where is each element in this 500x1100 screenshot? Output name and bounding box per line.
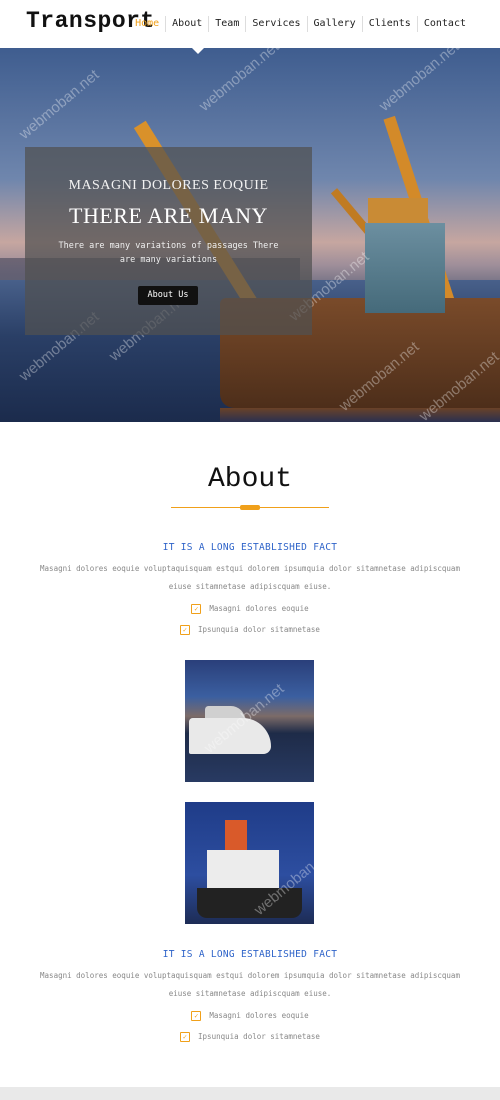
nav-team[interactable]: Team bbox=[208, 16, 245, 32]
nav-gallery[interactable]: Gallery bbox=[306, 16, 362, 32]
nav-services[interactable]: Services bbox=[245, 16, 306, 32]
cargo-ship-photo: webmoban.net bbox=[185, 802, 314, 924]
about-block-paragraph: Masagni dolores eoquie voluptaquisquam e… bbox=[40, 971, 460, 998]
hero-ship-cabin-roof bbox=[368, 198, 428, 226]
checkbox-icon: ✓ bbox=[180, 1032, 191, 1042]
checkbox-icon: ✓ bbox=[191, 1011, 202, 1021]
checkbox-icon: ✓ bbox=[191, 604, 202, 614]
hero-caption-box: MASAGNI DOLORES EOQUIE THERE ARE MANY Th… bbox=[25, 147, 312, 335]
nav-contact[interactable]: Contact bbox=[416, 16, 472, 32]
yacht-hull bbox=[189, 718, 271, 754]
hero-title: THERE ARE MANY bbox=[69, 203, 268, 228]
check-item-label: Ipsunquia dolor sitamnetase bbox=[198, 1032, 320, 1041]
watermark-text: webmoban.net bbox=[376, 48, 463, 115]
check-list-item: ✓ Masagni dolores eoquie bbox=[0, 604, 500, 614]
check-list-item: ✓ Masagni dolores eoquie bbox=[0, 1011, 500, 1021]
hero-text: There are many variations of passages Th… bbox=[58, 241, 279, 265]
ship-funnel bbox=[225, 820, 247, 852]
checkbox-icon: ✓ bbox=[180, 625, 191, 635]
about-block-heading: IT IS A LONG ESTABLISHED FACT bbox=[162, 949, 338, 960]
nav-home[interactable]: Home bbox=[129, 16, 165, 32]
yacht-harbor-photo: webmoban.net bbox=[185, 660, 314, 782]
ship-deck bbox=[207, 850, 279, 890]
check-list-item: ✓ Ipsunquia dolor sitamnetase bbox=[0, 625, 500, 635]
watermark-text: webmoban.net bbox=[16, 66, 103, 143]
watermark-text: webmoban.net bbox=[196, 48, 283, 115]
check-list-item: ✓ Ipsunquia dolor sitamnetase bbox=[0, 1032, 500, 1042]
check-item-label: Masagni dolores eoquie bbox=[209, 604, 309, 613]
hero-subtitle: MASAGNI DOLORES EOQUIE bbox=[68, 178, 269, 193]
main-nav: Home About Team Services Gallery Clients… bbox=[129, 16, 472, 32]
site-header: Transport Home About Team Services Galle… bbox=[0, 0, 500, 48]
nav-about[interactable]: About bbox=[165, 16, 208, 32]
about-us-button[interactable]: About Us bbox=[138, 286, 198, 305]
check-item-label: Ipsunquia dolor sitamnetase bbox=[198, 625, 320, 634]
active-nav-pointer bbox=[191, 47, 205, 54]
hero-ship-cabin bbox=[365, 223, 445, 313]
about-heading: About bbox=[207, 464, 292, 495]
hero-ship-reflection bbox=[220, 408, 500, 422]
ship-hull bbox=[197, 888, 302, 918]
about-block-paragraph: Masagni dolores eoquie voluptaquisquam e… bbox=[40, 564, 460, 591]
check-item-label: Masagni dolores eoquie bbox=[209, 1011, 309, 1020]
divider-mark bbox=[240, 505, 260, 510]
nav-clients[interactable]: Clients bbox=[361, 16, 417, 32]
footer-strip bbox=[0, 1087, 500, 1100]
about-block-heading: IT IS A LONG ESTABLISHED FACT bbox=[162, 542, 338, 553]
